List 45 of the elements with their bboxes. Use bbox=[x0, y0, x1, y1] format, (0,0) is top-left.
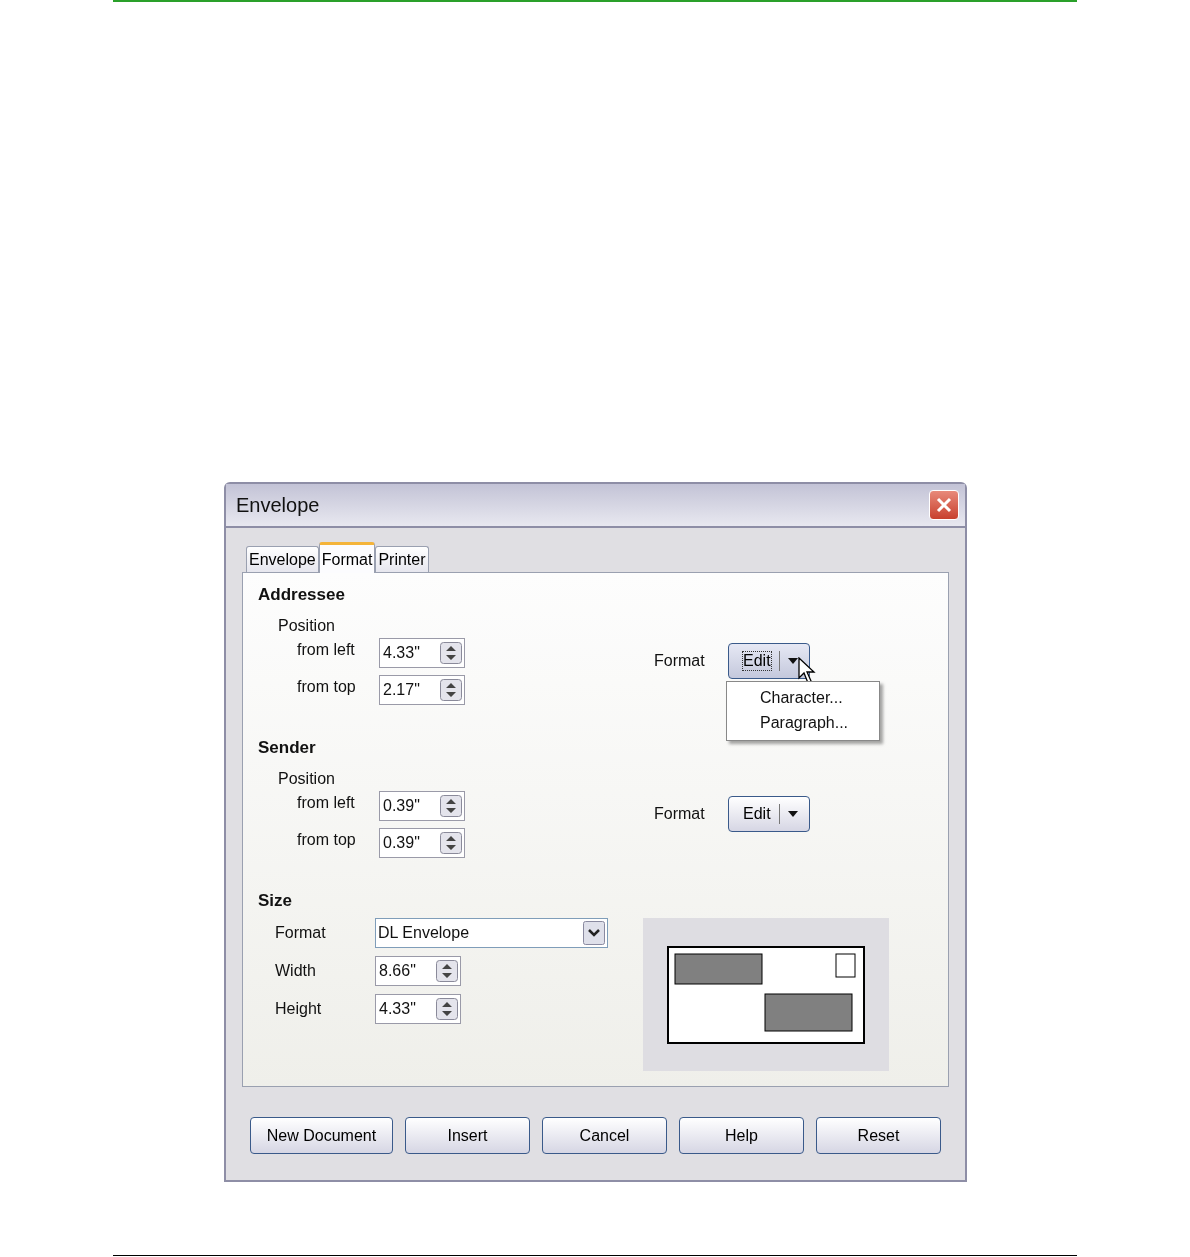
field-label: from top bbox=[297, 831, 357, 850]
close-icon bbox=[936, 497, 952, 513]
menu-item[interactable]: Character... bbox=[727, 686, 879, 711]
spin-arrows-icon bbox=[440, 642, 462, 664]
spin-arrows-icon bbox=[436, 998, 458, 1020]
dialog-button[interactable]: New Document bbox=[250, 1117, 393, 1154]
tab[interactable]: Envelope bbox=[246, 546, 319, 572]
spin-field[interactable]: 0.39" bbox=[379, 828, 465, 858]
spin-field[interactable]: 0.39" bbox=[379, 791, 465, 821]
format-label: Format bbox=[654, 652, 706, 670]
section-title: Size bbox=[258, 891, 294, 911]
caret-icon bbox=[787, 658, 798, 664]
position-label: Position bbox=[278, 770, 336, 788]
close-button[interactable] bbox=[929, 490, 959, 520]
edit-split-button[interactable]: Edit bbox=[728, 796, 810, 832]
spin-arrows-icon bbox=[440, 679, 462, 701]
spin-arrows-icon bbox=[440, 795, 462, 817]
section-title: Addressee bbox=[258, 585, 346, 605]
menu-item[interactable]: Paragraph... bbox=[727, 711, 879, 736]
window-title: Envelope bbox=[236, 493, 320, 517]
tab[interactable]: Printer bbox=[375, 546, 429, 572]
field-label: from left bbox=[297, 641, 356, 660]
format-label: Format bbox=[654, 805, 706, 823]
position-label: Position bbox=[278, 617, 336, 635]
spin-arrows-icon bbox=[436, 960, 458, 982]
caret-icon bbox=[787, 811, 798, 817]
spin-arrows-icon bbox=[440, 832, 462, 854]
field-label: from left bbox=[297, 794, 356, 813]
spin-field[interactable]: 4.33" bbox=[375, 994, 461, 1024]
field-label: Height bbox=[275, 1000, 323, 1018]
dialog-button[interactable]: Insert bbox=[405, 1117, 530, 1154]
field-label: Width bbox=[275, 962, 317, 980]
spin-field[interactable]: 2.17" bbox=[379, 675, 465, 705]
dialog-button[interactable]: Cancel bbox=[542, 1117, 667, 1154]
format-dropdown[interactable]: DL Envelope bbox=[375, 918, 608, 948]
dialog-button[interactable]: Reset bbox=[816, 1117, 941, 1154]
chevron-down-icon bbox=[583, 921, 605, 945]
field-label: from top bbox=[297, 678, 357, 697]
spin-field[interactable]: 8.66" bbox=[375, 956, 461, 986]
section-title: Sender bbox=[258, 738, 317, 758]
spin-field[interactable]: 4.33" bbox=[379, 638, 465, 668]
edit-split-button[interactable]: Edit bbox=[728, 643, 810, 679]
dialog-button[interactable]: Help bbox=[679, 1117, 804, 1154]
tab[interactable]: Format bbox=[318, 542, 376, 573]
field-label: Format bbox=[275, 924, 327, 942]
